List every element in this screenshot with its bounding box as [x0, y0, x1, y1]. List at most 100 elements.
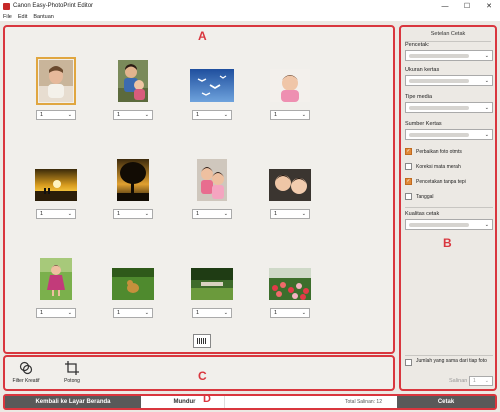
paper-source-select[interactable]: ⌄ — [405, 129, 493, 140]
close-button[interactable]: ✕ — [478, 0, 500, 12]
copies-dropdown[interactable]: 1 ⌄ — [270, 110, 310, 120]
photo-thumbnail[interactable] — [36, 57, 76, 105]
total-copies: Total Salinan: 12 — [345, 399, 382, 405]
chevron-down-icon: ⌄ — [144, 112, 149, 118]
paper-size-select[interactable]: ⌄ — [405, 75, 493, 86]
crop-label: Potong — [64, 378, 80, 384]
photo-thumbnail[interactable] — [118, 60, 148, 102]
borderless-option[interactable]: Pencetakan tanpa tepi — [405, 178, 466, 185]
copies-dropdown[interactable]: 1 ⌄ — [113, 209, 153, 219]
copies-dropdown[interactable]: 1 ⌄ — [36, 209, 76, 219]
date-checkbox[interactable] — [405, 193, 412, 200]
same-copies-option[interactable]: Jumlah yang sama dari tiap foto — [405, 358, 491, 366]
region-label-d: D — [203, 393, 211, 405]
photo-item[interactable]: 1 ⌄ — [251, 230, 329, 330]
photo-thumbnail[interactable] — [40, 258, 72, 300]
photo-thumbnail[interactable] — [270, 69, 310, 102]
printer-select[interactable]: ⌄ — [405, 50, 493, 61]
chevron-down-icon: ⌄ — [67, 211, 72, 217]
creative-filter-tool[interactable]: Filter Kreatif — [9, 361, 43, 384]
printer-label: Pencetak: — [405, 42, 430, 48]
copies-dropdown[interactable]: 1 ⌄ — [270, 308, 310, 318]
crop-tool[interactable]: Potong — [55, 361, 89, 384]
copies-dropdown[interactable]: 1 ⌄ — [192, 308, 232, 318]
creative-filter-label: Filter Kreatif — [12, 378, 40, 384]
photo-item[interactable]: 1 ⌄ — [17, 32, 95, 132]
maximize-button[interactable]: ☐ — [456, 0, 478, 12]
chevron-down-icon: ⌄ — [484, 104, 489, 111]
paper-source-label: Sumber Kertas — [405, 121, 442, 127]
menu-file[interactable]: File — [3, 14, 12, 20]
crop-icon — [65, 361, 79, 375]
photo-thumbnail[interactable] — [190, 69, 234, 102]
divider — [405, 207, 493, 208]
copies-dropdown[interactable]: 1 ⌄ — [113, 110, 153, 120]
photo-item[interactable]: 1 ⌄ — [173, 230, 251, 330]
copies-dropdown[interactable]: 1 ⌄ — [192, 110, 232, 120]
chevron-down-icon: ⌄ — [67, 112, 72, 118]
copies-dropdown[interactable]: 1 ⌄ — [192, 209, 232, 219]
chevron-down-icon: ⌄ — [67, 310, 72, 316]
chevron-down-icon: ⌄ — [144, 211, 149, 217]
photo-item[interactable]: 1 ⌄ — [17, 131, 95, 231]
photo-item[interactable]: 1 ⌄ — [94, 32, 172, 132]
borderless-checkbox[interactable] — [405, 178, 412, 185]
photo-item[interactable]: 1 ⌄ — [17, 230, 95, 330]
chevron-down-icon: ⌄ — [301, 112, 306, 118]
photo-item[interactable]: 1 ⌄ — [94, 131, 172, 231]
workspace: A 1 ⌄ 1 ⌄ 1 ⌄ 1 ⌄ 1 ⌄ 1 ⌄ 1 ⌄ 1 ⌄ 1 ⌄ 1 … — [0, 21, 500, 412]
photo-thumbnail[interactable] — [117, 159, 149, 201]
photo-item[interactable]: 1 ⌄ — [251, 32, 329, 132]
chevron-down-icon: ⌄ — [223, 112, 228, 118]
chevron-down-icon: ⌄ — [144, 310, 149, 316]
photo-item[interactable]: 1 ⌄ — [251, 131, 329, 231]
copies-dropdown[interactable]: 1 ⌄ — [36, 110, 76, 120]
photo-item[interactable]: 1 ⌄ — [94, 230, 172, 330]
photo-thumbnail[interactable] — [191, 268, 233, 300]
back-to-home-button[interactable]: Kembali ke Layar Beranda — [5, 396, 141, 408]
photo-thumbnail[interactable] — [35, 169, 77, 201]
chevron-down-icon: ⌄ — [484, 77, 489, 84]
red-eye-option[interactable]: Koreksi mata merah — [405, 163, 461, 170]
photo-thumbnail[interactable] — [112, 268, 154, 300]
copies-dropdown[interactable]: 1 ⌄ — [270, 209, 310, 219]
photo-thumbnail[interactable] — [269, 169, 311, 201]
chevron-down-icon: ⌄ — [484, 52, 489, 59]
chevron-down-icon: ⌄ — [484, 378, 489, 384]
minimize-button[interactable]: — — [434, 0, 456, 12]
print-quality-select[interactable]: ⌄ — [405, 219, 493, 230]
photo-thumbnail[interactable] — [269, 268, 311, 300]
photo-item[interactable]: 1 ⌄ — [173, 32, 251, 132]
print-button[interactable]: Cetak — [397, 396, 495, 408]
media-type-label: Tipe media — [405, 94, 433, 100]
panel-title: Setelan Cetak — [401, 31, 495, 42]
same-copies-checkbox[interactable] — [405, 359, 412, 366]
copies-dropdown[interactable]: 1 ⌄ — [36, 308, 76, 318]
print-settings-panel: Setelan Cetak Pencetak: ⌄ Ukuran kertas … — [399, 25, 497, 391]
copies-spinner[interactable]: 1 ⌄ — [469, 376, 493, 386]
auto-photo-fix-option[interactable]: Perbaikan foto otmts — [405, 148, 462, 155]
print-quality-label: Kualitas cetak — [405, 211, 440, 217]
menu-edit[interactable]: Edit — [18, 14, 27, 20]
chevron-down-icon: ⌄ — [484, 131, 489, 138]
region-label-b: B — [443, 236, 452, 250]
divider — [405, 355, 493, 356]
menu-help[interactable]: Bantuan — [33, 14, 54, 20]
paper-size-label: Ukuran kertas — [405, 67, 440, 73]
photo-grid-area: A 1 ⌄ 1 ⌄ 1 ⌄ 1 ⌄ 1 ⌄ 1 ⌄ 1 ⌄ 1 ⌄ 1 ⌄ 1 … — [3, 25, 395, 354]
copies-label: Salinan — [449, 378, 468, 384]
back-button[interactable]: Mundur — [145, 396, 225, 408]
filter-icon — [19, 361, 33, 375]
filmstrip-icon — [197, 338, 207, 344]
chevron-down-icon: ⌄ — [301, 310, 306, 316]
chevron-down-icon: ⌄ — [301, 211, 306, 217]
view-toggle-button[interactable] — [193, 334, 211, 348]
date-option[interactable]: Tanggal — [405, 193, 434, 200]
photo-item[interactable]: 1 ⌄ — [173, 131, 251, 231]
photo-thumbnail[interactable] — [197, 159, 227, 201]
copies-dropdown[interactable]: 1 ⌄ — [113, 308, 153, 318]
auto-photo-fix-checkbox[interactable] — [405, 148, 412, 155]
red-eye-checkbox[interactable] — [405, 163, 412, 170]
menu-bar: File Edit Bantuan — [0, 12, 500, 21]
media-type-select[interactable]: ⌄ — [405, 102, 493, 113]
